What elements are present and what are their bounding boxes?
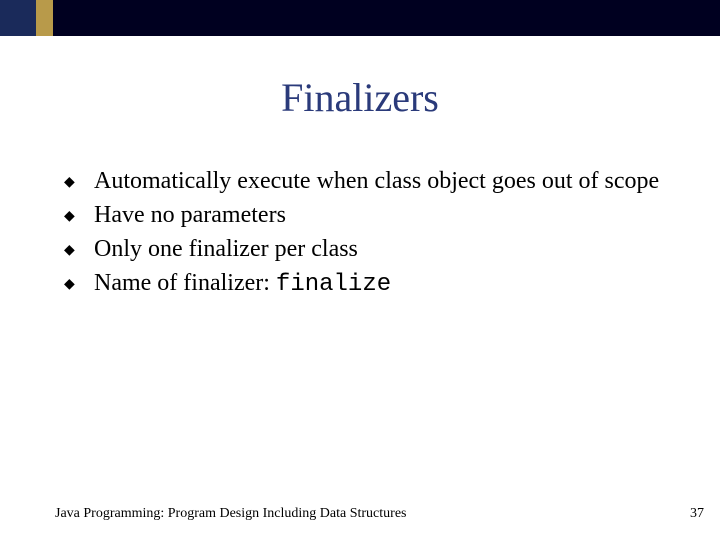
page-number: 37 <box>690 506 704 522</box>
diamond-icon: ◆ <box>64 234 94 266</box>
bullet-text: Name of finalizer: finalize <box>94 268 391 300</box>
list-item: ◆ Only one finalizer per class <box>64 234 664 266</box>
bullet-text: Have no parameters <box>94 200 286 230</box>
diamond-icon: ◆ <box>64 200 94 232</box>
top-bar <box>0 0 720 36</box>
bullet-text: Automatically execute when class object … <box>94 166 659 196</box>
bullet-list: ◆ Automatically execute when class objec… <box>64 166 664 302</box>
list-item: ◆ Have no parameters <box>64 200 664 232</box>
bullet-code: finalize <box>276 271 391 298</box>
diamond-icon: ◆ <box>64 268 94 300</box>
bar-segment-gold <box>36 0 53 36</box>
bar-segment-navy <box>0 0 36 36</box>
slide-title: Finalizers <box>0 74 720 121</box>
list-item: ◆ Automatically execute when class objec… <box>64 166 664 198</box>
bar-segment-dark <box>53 0 720 36</box>
list-item: ◆ Name of finalizer: finalize <box>64 268 664 300</box>
bullet-text: Only one finalizer per class <box>94 234 358 264</box>
diamond-icon: ◆ <box>64 166 94 198</box>
footer-text: Java Programming: Program Design Includi… <box>55 506 406 522</box>
bullet-prefix: Name of finalizer: <box>94 270 276 296</box>
